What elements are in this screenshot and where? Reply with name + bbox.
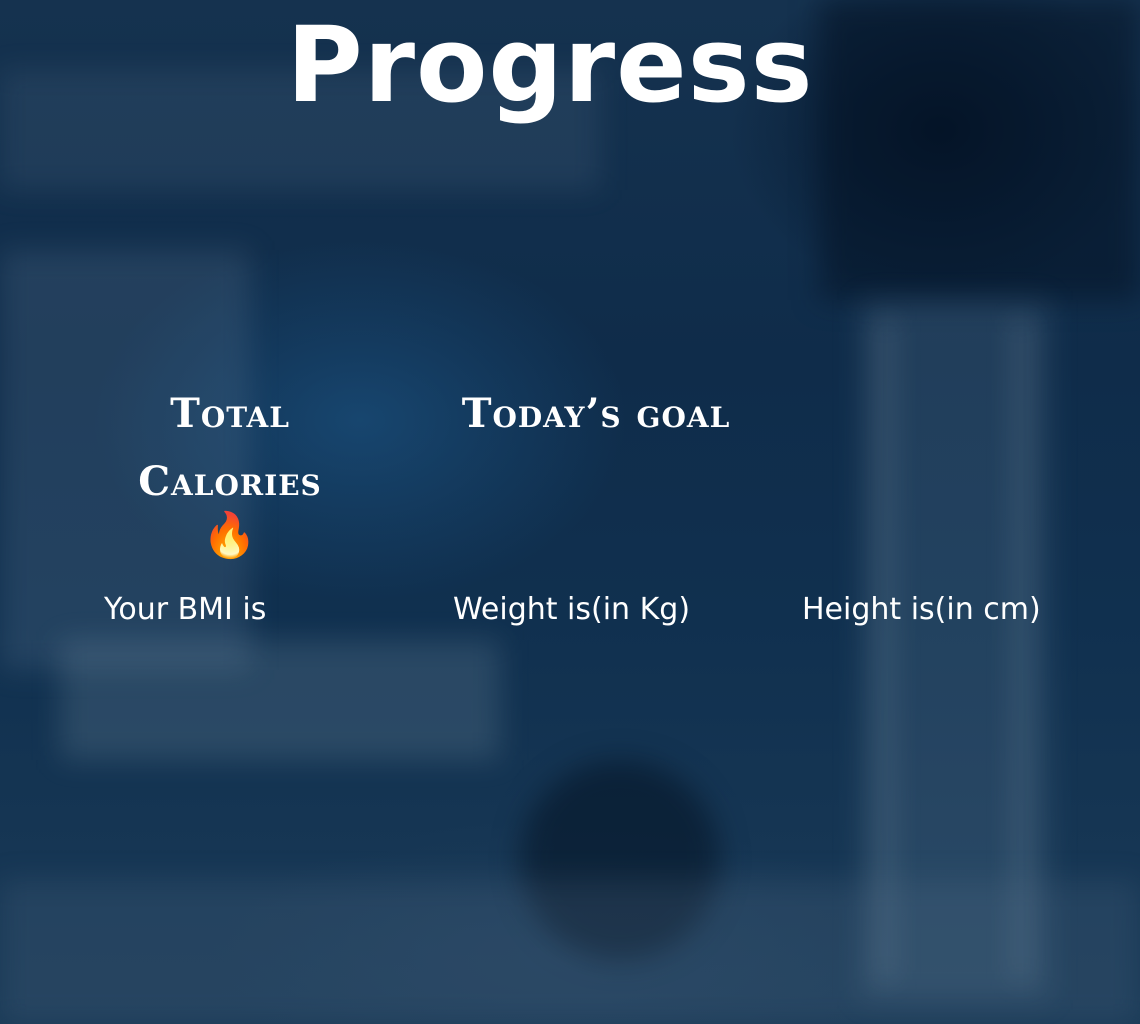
total-calories-heading: Total Calories 🔥 [80,380,380,562]
fire-icon: 🔥 [202,510,258,561]
todays-goal-heading: Today’s goal [461,390,731,437]
height-label: Height is(in cm) [802,592,1041,627]
total-calories-label: Total Calories [138,390,322,505]
weight-label: Weight is(in Kg) [453,592,691,627]
page-title: Progress [286,4,814,126]
bmi-label: Your BMI is [104,592,267,627]
progress-section: Progress Total Calories 🔥 Today’s goal Y… [0,0,1140,1024]
